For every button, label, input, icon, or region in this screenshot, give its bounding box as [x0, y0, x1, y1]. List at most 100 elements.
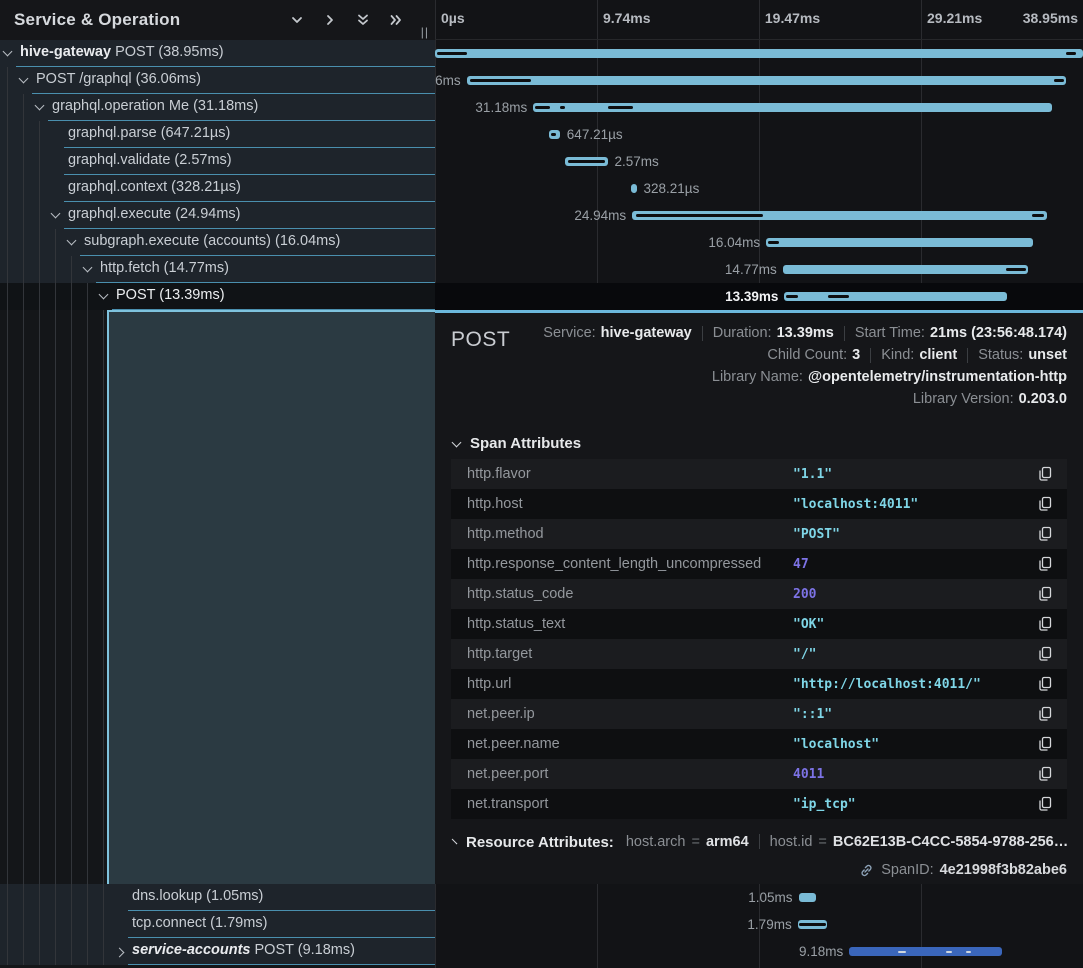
copy-icon[interactable]	[1037, 526, 1053, 542]
span-row[interactable]: graphql.validate (2.57ms) 2.57ms	[0, 148, 1083, 175]
copy-icon[interactable]	[1037, 766, 1053, 782]
span-bar-cell[interactable]: 31.18ms	[435, 94, 1083, 121]
span-duration-bar[interactable]	[783, 265, 1029, 274]
attribute-row: http.status_text"OK"	[451, 609, 1067, 639]
span-row[interactable]: tcp.connect (1.79ms) 1.79ms	[0, 911, 1083, 938]
span-tree-cell[interactable]: hive-gateway POST (38.95ms)	[0, 40, 435, 67]
span-tree-cell[interactable]: subgraph.execute (accounts) (16.04ms)	[0, 229, 435, 256]
span-label[interactable]: tcp.connect (1.79ms)	[132, 915, 267, 931]
span-duration-bar[interactable]	[435, 49, 1083, 58]
chevron-down-icon[interactable]	[51, 209, 61, 219]
span-row[interactable]: POST /graphql (36.06ms) 36.06ms	[0, 67, 1083, 94]
span-duration-bar[interactable]	[766, 238, 1033, 247]
span-label[interactable]: http.fetch (14.77ms)	[100, 260, 229, 276]
span-row[interactable]: graphql.parse (647.21µs) 647.21µs	[0, 121, 1083, 148]
span-label[interactable]: graphql.execute (24.94ms)	[68, 206, 241, 222]
chevron-right-icon[interactable]	[322, 13, 337, 28]
span-duration-bar[interactable]	[631, 184, 637, 193]
span-meta-line: Child Count:3Kind:clientStatus:unset	[510, 347, 1067, 363]
copy-icon[interactable]	[1037, 676, 1053, 692]
span-row[interactable]: subgraph.execute (accounts) (16.04ms) 16…	[0, 229, 1083, 256]
double-chevron-right-icon[interactable]	[388, 13, 403, 28]
span-label[interactable]: service-accounts POST (9.18ms)	[132, 942, 355, 958]
span-row[interactable]: POST (13.39ms) 13.39ms	[0, 283, 1083, 310]
span-row[interactable]: service-accounts POST (9.18ms) 9.18ms	[0, 938, 1083, 965]
spanid-value[interactable]: 4e21998f3b82abe6	[940, 862, 1067, 878]
span-bar-cell[interactable]: 647.21µs	[435, 121, 1083, 148]
span-bar-cell[interactable]: 9.18ms	[435, 938, 1083, 965]
span-tree-cell[interactable]: http.fetch (14.77ms)	[0, 256, 435, 283]
span-label[interactable]: hive-gateway POST (38.95ms)	[20, 44, 224, 60]
span-bar-cell[interactable]: 38.95ms	[435, 40, 1083, 67]
span-row[interactable]: dns.lookup (1.05ms) 1.05ms	[0, 884, 1083, 911]
copy-icon[interactable]	[1037, 706, 1053, 722]
chevron-right-icon[interactable]	[115, 948, 125, 958]
meta-separator	[870, 348, 871, 363]
chevron-down-icon[interactable]	[3, 47, 13, 57]
span-tree-cell[interactable]: graphql.execute (24.94ms)	[0, 202, 435, 229]
copy-icon[interactable]	[1037, 586, 1053, 602]
span-bar-cell[interactable]: 14.77ms	[435, 256, 1083, 283]
span-label[interactable]: subgraph.execute (accounts) (16.04ms)	[84, 233, 340, 249]
span-label[interactable]: POST (13.39ms)	[116, 287, 225, 303]
span-tree-cell[interactable]: graphql.validate (2.57ms)	[0, 148, 435, 175]
span-bar-cell[interactable]: 16.04ms	[435, 229, 1083, 256]
span-bar-cell[interactable]: 2.57ms	[435, 148, 1083, 175]
panel-resize-handle[interactable]: ||	[421, 25, 429, 39]
copy-icon[interactable]	[1037, 466, 1053, 482]
span-tree-cell[interactable]: graphql.context (328.21µs)	[0, 175, 435, 202]
chevron-down-icon[interactable]	[99, 290, 109, 300]
span-tree-cell[interactable]: POST /graphql (36.06ms)	[0, 67, 435, 94]
span-row[interactable]: http.fetch (14.77ms) 14.77ms	[0, 256, 1083, 283]
span-meta: Service:hive-gatewayDuration:13.39msStar…	[510, 325, 1067, 407]
span-row[interactable]: hive-gateway POST (38.95ms) 38.95ms	[0, 40, 1083, 67]
span-tree-cell[interactable]: graphql.parse (647.21µs)	[0, 121, 435, 148]
span-row[interactable]: graphql.execute (24.94ms) 24.94ms	[0, 202, 1083, 229]
span-row[interactable]: graphql.operation Me (31.18ms) 31.18ms	[0, 94, 1083, 121]
copy-icon[interactable]	[1037, 736, 1053, 752]
span-tree-cell[interactable]: tcp.connect (1.79ms)	[0, 911, 435, 938]
copy-icon[interactable]	[1037, 556, 1053, 572]
span-duration-bar[interactable]	[849, 947, 1002, 956]
indent-guide	[39, 310, 40, 884]
span-label[interactable]: graphql.parse (647.21µs)	[68, 125, 230, 141]
span-label[interactable]: dns.lookup (1.05ms)	[132, 888, 263, 904]
span-duration-bar[interactable]	[799, 893, 817, 902]
span-bar-cell[interactable]: 24.94ms	[435, 202, 1083, 229]
child-span-marker	[1054, 79, 1064, 82]
copy-icon[interactable]	[1037, 646, 1053, 662]
span-label[interactable]: graphql.validate (2.57ms)	[68, 152, 232, 168]
span-row[interactable]: graphql.context (328.21µs) 328.21µs	[0, 175, 1083, 202]
chevron-down-icon[interactable]	[289, 13, 304, 28]
span-duration-bar[interactable]	[467, 76, 1067, 85]
indent-guide	[23, 121, 24, 148]
span-tree-cell[interactable]: dns.lookup (1.05ms)	[0, 884, 435, 911]
span-tree-cell[interactable]: graphql.operation Me (31.18ms)	[0, 94, 435, 121]
chevron-down-icon[interactable]	[83, 263, 93, 273]
indent-guide	[103, 938, 104, 965]
span-bar-cell[interactable]: 13.39ms	[435, 283, 1083, 310]
chevron-down-icon[interactable]	[19, 74, 29, 84]
span-label[interactable]: graphql.context (328.21µs)	[68, 179, 241, 195]
double-chevron-down-icon[interactable]	[355, 13, 370, 28]
span-tree-cell[interactable]: POST (13.39ms)	[0, 283, 435, 310]
span-bar-cell[interactable]: 328.21µs	[435, 175, 1083, 202]
span-label[interactable]: POST /graphql (36.06ms)	[36, 71, 201, 87]
copy-icon[interactable]	[1037, 496, 1053, 512]
equals-sign: =	[818, 834, 826, 850]
copy-icon[interactable]	[1037, 616, 1053, 632]
span-duration-bar[interactable]	[784, 292, 1007, 301]
span-tree-cell[interactable]: service-accounts POST (9.18ms)	[0, 938, 435, 965]
link-icon[interactable]	[859, 863, 874, 878]
copy-icon[interactable]	[1037, 796, 1053, 812]
span-label[interactable]: graphql.operation Me (31.18ms)	[52, 98, 258, 114]
span-bar-cell[interactable]: 1.79ms	[435, 911, 1083, 938]
chevron-down-icon[interactable]	[67, 236, 77, 246]
span-bar-cell[interactable]: 36.06ms	[435, 67, 1083, 94]
indent-guide	[7, 256, 8, 283]
meta-value: unset	[1028, 347, 1067, 363]
resource-attributes-row[interactable]: Resource Attributes: host.arch=arm64host…	[451, 832, 1067, 852]
chevron-down-icon[interactable]	[35, 101, 45, 111]
span-bar-cell[interactable]: 1.05ms	[435, 884, 1083, 911]
span-attributes-header[interactable]: Span Attributes	[451, 435, 1067, 451]
